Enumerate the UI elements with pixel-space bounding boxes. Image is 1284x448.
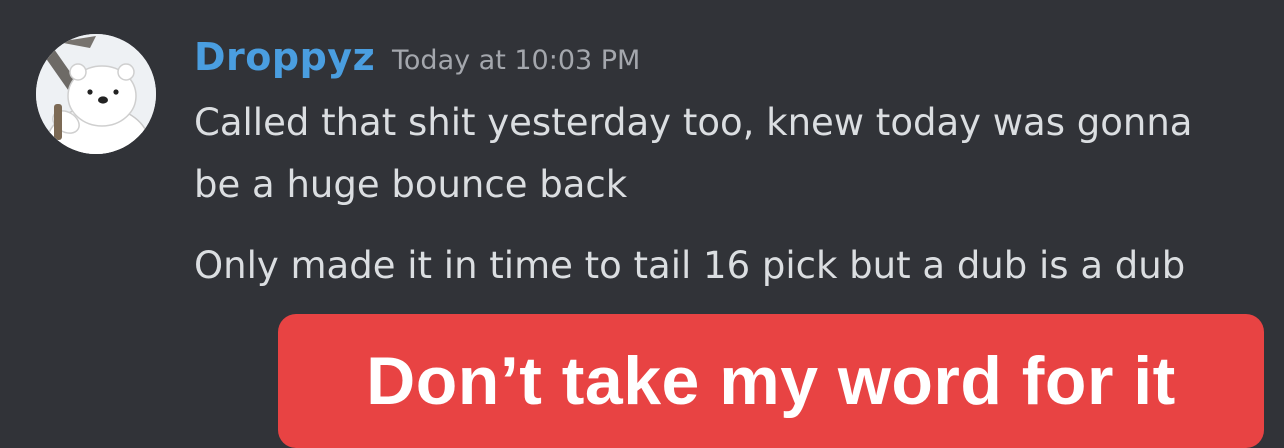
caption-banner: Don’t take my word for it bbox=[278, 314, 1264, 448]
message-text-line-2: Only made it in time to tail 16 pick but… bbox=[194, 244, 1186, 287]
caption-text: Don’t take my word for it bbox=[366, 343, 1176, 419]
message-timestamp[interactable]: Today at 10:03 PM bbox=[392, 43, 640, 79]
message-text-line-1: Called that shit yesterday too, knew tod… bbox=[194, 101, 1193, 206]
user-avatar[interactable] bbox=[36, 34, 156, 154]
polar-bear-icon bbox=[36, 34, 156, 154]
username[interactable]: Droppyz bbox=[194, 34, 375, 80]
